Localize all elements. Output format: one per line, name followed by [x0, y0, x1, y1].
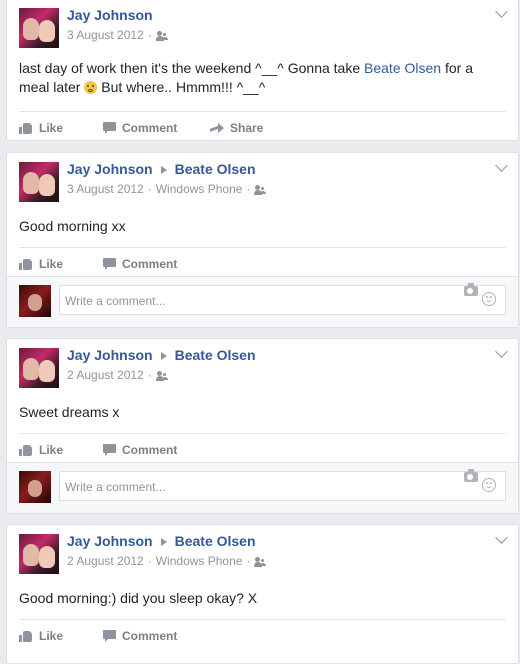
- meta-separator: ·: [147, 28, 152, 42]
- friends-audience-icon[interactable]: [254, 184, 266, 195]
- like-label: Like: [39, 443, 64, 457]
- author-avatar[interactable]: [19, 8, 59, 48]
- share-icon: [210, 122, 224, 134]
- post-options-chevron-icon[interactable]: [495, 531, 508, 544]
- post-names: Jay Johnson Beate Olsen: [67, 533, 256, 549]
- comment-label: Comment: [122, 443, 178, 457]
- emoji-picker-icon[interactable]: [482, 478, 496, 492]
- comment-composer: Write a comment...: [7, 462, 518, 513]
- comment-input[interactable]: Write a comment...: [59, 471, 506, 501]
- post-via: Windows Phone: [155, 554, 243, 568]
- like-button[interactable]: Like: [19, 121, 63, 135]
- post-header: Jay Johnson Beate Olsen 2 August 2012 · Win…: [7, 525, 518, 574]
- post-actions: Like Comment: [19, 433, 506, 464]
- camera-icon[interactable]: [464, 469, 478, 482]
- viewer-avatar[interactable]: [19, 471, 51, 503]
- viewer-avatar[interactable]: [19, 285, 51, 317]
- friends-audience-icon[interactable]: [155, 370, 168, 381]
- post-names: Jay Johnson: [67, 7, 153, 23]
- comment-icon: [103, 258, 116, 270]
- target-name-link[interactable]: Beate Olsen: [175, 347, 256, 363]
- author-name-link[interactable]: Jay Johnson: [67, 533, 153, 549]
- author-name-link[interactable]: Jay Johnson: [67, 7, 153, 23]
- post-text: Sweet dreams x: [19, 404, 120, 420]
- share-button[interactable]: Share: [210, 121, 263, 135]
- like-button[interactable]: Like: [19, 629, 63, 643]
- comment-button[interactable]: Comment: [103, 257, 177, 271]
- like-button[interactable]: Like: [19, 257, 63, 271]
- target-name-link[interactable]: Beate Olsen: [175, 161, 256, 177]
- post-header: Jay Johnson Beate Olsen 2 August 2012 ·: [7, 339, 518, 388]
- post-names: Jay Johnson Beate Olsen: [67, 347, 256, 363]
- post-text: Good morning xx: [19, 218, 126, 234]
- comment-icon: [103, 444, 116, 456]
- comment-button[interactable]: Comment: [103, 443, 177, 457]
- post-meta: 2 August 2012 ·: [67, 368, 168, 382]
- post-options-chevron-icon[interactable]: [495, 345, 508, 358]
- author-name-link[interactable]: Jay Johnson: [67, 161, 153, 177]
- comment-button[interactable]: Comment: [103, 629, 177, 643]
- post-timestamp[interactable]: 2 August 2012: [67, 368, 144, 382]
- comment-label: Comment: [122, 257, 178, 271]
- to-arrow-icon: [160, 537, 167, 546]
- comment-label: Comment: [122, 629, 178, 643]
- feed-post: Jay Johnson 3 August 2012 · last day of w…: [6, 0, 519, 141]
- post-meta: 3 August 2012 ·: [67, 28, 168, 42]
- meta-separator: ·: [246, 182, 251, 196]
- post-text: Good morning:) did you sleep okay? X: [19, 590, 258, 606]
- post-actions: Like Comment: [19, 247, 506, 278]
- friends-audience-icon[interactable]: [254, 556, 266, 567]
- friends-audience-icon[interactable]: [155, 30, 168, 41]
- post-meta: 3 August 2012 · Windows Phone ·: [67, 182, 266, 196]
- like-icon: [19, 630, 33, 642]
- meta-separator: ·: [147, 182, 152, 196]
- to-arrow-icon: [160, 165, 167, 174]
- like-icon: [19, 258, 33, 270]
- emoji-picker-icon[interactable]: [482, 292, 496, 306]
- comment-button[interactable]: Comment: [103, 121, 177, 135]
- mention-link[interactable]: Beate Olsen: [364, 60, 441, 76]
- author-avatar[interactable]: [19, 348, 59, 388]
- comment-icon: [103, 630, 116, 642]
- share-label: Share: [230, 121, 264, 135]
- like-label: Like: [39, 121, 64, 135]
- to-arrow-icon: [160, 351, 167, 360]
- post-timestamp[interactable]: 3 August 2012: [67, 182, 144, 196]
- meta-separator: ·: [147, 368, 152, 382]
- like-label: Like: [39, 257, 64, 271]
- post-text-part: last day of work then it's the weekend ^…: [19, 60, 365, 76]
- post-timestamp[interactable]: 3 August 2012: [67, 28, 144, 42]
- comment-label: Comment: [122, 121, 178, 135]
- like-button[interactable]: Like: [19, 443, 63, 457]
- post-text: last day of work then it's the weekend ^…: [7, 59, 518, 97]
- like-icon: [19, 444, 33, 456]
- meta-separator: ·: [147, 554, 152, 568]
- target-name-link[interactable]: Beate Olsen: [175, 533, 256, 549]
- camera-icon[interactable]: [464, 283, 478, 296]
- post-options-chevron-icon[interactable]: [495, 159, 508, 172]
- smiley-emoji-icon: [84, 81, 98, 94]
- post-names: Jay Johnson Beate Olsen: [67, 161, 256, 177]
- feed-post: Jay Johnson Beate Olsen 3 August 2012 · Win…: [6, 152, 519, 328]
- comment-input[interactable]: Write a comment...: [59, 285, 506, 315]
- post-timestamp[interactable]: 2 August 2012: [67, 554, 144, 568]
- author-avatar[interactable]: [19, 534, 59, 574]
- post-meta: 2 August 2012 · Windows Phone ·: [67, 554, 266, 568]
- post-text-part: But where.. Hmmm!!! ^__^: [97, 79, 266, 95]
- post-actions: Like Comment: [19, 619, 506, 650]
- post-via: Windows Phone: [155, 182, 243, 196]
- post-header: Jay Johnson Beate Olsen 3 August 2012 · Win…: [7, 153, 518, 202]
- post-actions: Like Comment Share: [19, 111, 506, 142]
- feed-post: Jay Johnson Beate Olsen 2 August 2012 · Sw…: [6, 338, 519, 514]
- like-icon: [19, 122, 33, 134]
- like-label: Like: [39, 629, 64, 643]
- post-header: Jay Johnson 3 August 2012 ·: [7, 0, 518, 48]
- meta-separator: ·: [246, 554, 251, 568]
- feed-post: Jay Johnson Beate Olsen 2 August 2012 · Win…: [6, 524, 519, 664]
- author-name-link[interactable]: Jay Johnson: [67, 347, 153, 363]
- comment-composer: Write a comment...: [7, 276, 518, 327]
- comment-icon: [103, 122, 116, 134]
- author-avatar[interactable]: [19, 162, 59, 202]
- post-options-chevron-icon[interactable]: [495, 5, 508, 18]
